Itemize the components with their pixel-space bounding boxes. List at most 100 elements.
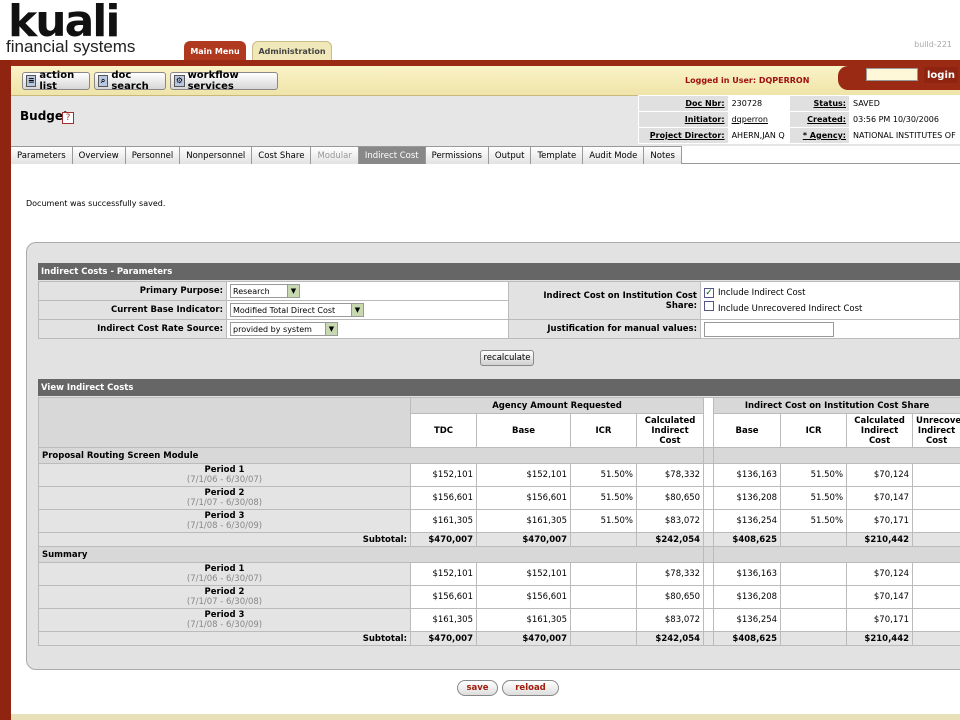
value-cell: $78,332 (635, 463, 705, 487)
column-header: Unrecovered Indirect Cost (912, 413, 960, 448)
status-message: Document was successfully saved. (26, 199, 166, 208)
value-cell: $156,601 (476, 486, 571, 510)
value-cell: 51.50% (570, 509, 637, 533)
value-cell: $152,101 (410, 463, 477, 487)
column-header: Base (476, 413, 571, 448)
tab-nonpersonnel[interactable]: Nonpersonnel (180, 146, 253, 164)
value-cell (912, 509, 960, 533)
spacer-cell (703, 562, 715, 586)
table-row: Period 1 (7/1/06 - 6/30/07) $152,101 $152,1… (38, 463, 960, 487)
value-cell: $136,208 (713, 486, 782, 510)
value-cell: $136,163 (713, 562, 782, 586)
column-header: TDC (410, 413, 477, 448)
document-info-table: Doc Nbr: 230728 Status: SAVED Initiator: dqp… (638, 95, 960, 144)
left-border (0, 60, 11, 720)
value-cell: $80,650 (635, 486, 705, 510)
group-header-agency: Agency Amount Requested (409, 397, 705, 414)
period-label: Period 2 (204, 488, 245, 498)
indirect-costs-table: Agency Amount Requested Indirect Cost on … (37, 397, 960, 646)
section-row: Summary (37, 546, 960, 563)
reload-button[interactable]: reload (502, 680, 559, 696)
value-cell: $242,054 (635, 532, 705, 547)
period-cell: Period 3 (7/1/08 - 6/30/09) (38, 509, 411, 533)
value-cell: 51.50% (570, 486, 637, 510)
doc-search-button[interactable]: ⌕ doc search (94, 70, 166, 92)
value-cell (570, 562, 637, 586)
include-unrecovered-checkbox[interactable] (704, 300, 714, 311)
include-indirect-cost-checkbox[interactable]: ✓ (704, 287, 714, 298)
value-cell: $70,124 (846, 562, 914, 586)
rate-source-select[interactable]: provided by system ▼ (230, 322, 338, 336)
period-cell: Period 2 (7/1/07 - 6/30/08) (38, 486, 411, 510)
justification-input[interactable] (704, 321, 834, 337)
spacer-cell (703, 585, 715, 609)
table-row: Period 1 (7/1/06 - 6/30/07) $152,101 $152,1… (38, 562, 960, 586)
value-cell (912, 463, 960, 487)
tab-output[interactable]: Output (488, 146, 532, 164)
value-cell (912, 608, 960, 632)
value-cell: $70,171 (846, 509, 914, 533)
value-cell: $83,072 (635, 509, 705, 533)
tab-indirect-cost[interactable]: Indirect Cost (358, 146, 426, 164)
document-tabs: Parameters Overview Personnel Nonpersonnel C… (11, 146, 960, 164)
tab-personnel[interactable]: Personnel (125, 146, 181, 164)
chevron-down-icon: ▼ (287, 285, 299, 297)
value-cell: $152,101 (476, 562, 571, 586)
base-indicator-select[interactable]: Modified Total Direct Cost ▼ (230, 303, 364, 317)
tab-parameters[interactable]: Parameters (11, 146, 73, 164)
value-cell: $470,007 (476, 631, 571, 646)
section-title-view: View Indirect Costs (38, 379, 960, 396)
value-cell: $83,072 (635, 608, 705, 632)
spacer-cell (703, 631, 715, 646)
tab-template[interactable]: Template (531, 146, 584, 164)
period-dates: (7/1/07 - 6/30/08) (186, 498, 263, 508)
period-dates: (7/1/08 - 6/30/09) (186, 521, 263, 531)
tab-permissions[interactable]: Permissions (425, 146, 489, 164)
table-cell (38, 397, 411, 448)
help-icon[interactable]: ? (62, 112, 74, 124)
spacer-cell (703, 447, 715, 464)
subtotal-row: Subtotal: $470,007 $470,007 $242,054 $408,62… (38, 532, 960, 547)
value-cell: 51.50% (780, 486, 848, 510)
value-cell (570, 631, 637, 646)
action-list-button[interactable]: ≡ action list (22, 70, 90, 92)
tab-notes[interactable]: Notes (644, 146, 682, 164)
table-row: Period 3 (7/1/08 - 6/30/09) $161,305 $161,3… (38, 509, 960, 533)
group-header-institution: Indirect Cost on Institution Cost Share (713, 397, 960, 414)
recalculate-button[interactable]: recalculate (480, 350, 534, 366)
value-cell: $161,305 (410, 608, 477, 632)
value-cell: $136,163 (713, 463, 782, 487)
period-dates: (7/1/07 - 6/30/08) (186, 597, 263, 607)
save-button[interactable]: save (457, 680, 498, 696)
period-cell: Period 1 (7/1/06 - 6/30/07) (38, 463, 411, 487)
chevron-down-icon: ▼ (351, 304, 363, 316)
tab-modular: Modular (311, 146, 359, 164)
build-label: build-221 (914, 40, 952, 49)
login-button[interactable]: login (924, 67, 958, 83)
value-cell: $152,101 (476, 463, 571, 487)
period-label: Period 3 (204, 610, 245, 620)
column-header: ICR (570, 413, 637, 448)
spacer-cell (703, 532, 715, 547)
workflow-services-button[interactable]: ⚙ workflow services (170, 70, 278, 92)
spacer-cell (703, 463, 715, 487)
subtotal-label: Subtotal: (38, 631, 411, 646)
login-input[interactable] (866, 68, 918, 81)
value-cell: $470,007 (476, 532, 571, 547)
value-cell: $70,171 (846, 608, 914, 632)
tab-cost-share[interactable]: Cost Share (252, 146, 312, 164)
table-row: Period 3 (7/1/08 - 6/30/09) $161,305 $161,3… (38, 608, 960, 632)
tab-main-menu[interactable]: Main Menu (184, 41, 246, 61)
initiator-link[interactable]: dqperron (727, 111, 791, 128)
value-cell: $408,625 (713, 631, 782, 646)
tab-administration[interactable]: Administration (252, 41, 332, 61)
logged-in-user: Logged in User: DQPERRON (685, 76, 810, 85)
spacer-cell (703, 397, 715, 448)
value-cell (780, 532, 848, 547)
tab-overview[interactable]: Overview (72, 146, 126, 164)
section-title-parameters: Indirect Costs - Parameters (38, 263, 960, 280)
tab-audit-mode[interactable]: Audit Mode (583, 146, 645, 164)
primary-purpose-select[interactable]: Research ▼ (230, 284, 300, 298)
value-cell: 51.50% (780, 463, 848, 487)
value-cell (912, 486, 960, 510)
